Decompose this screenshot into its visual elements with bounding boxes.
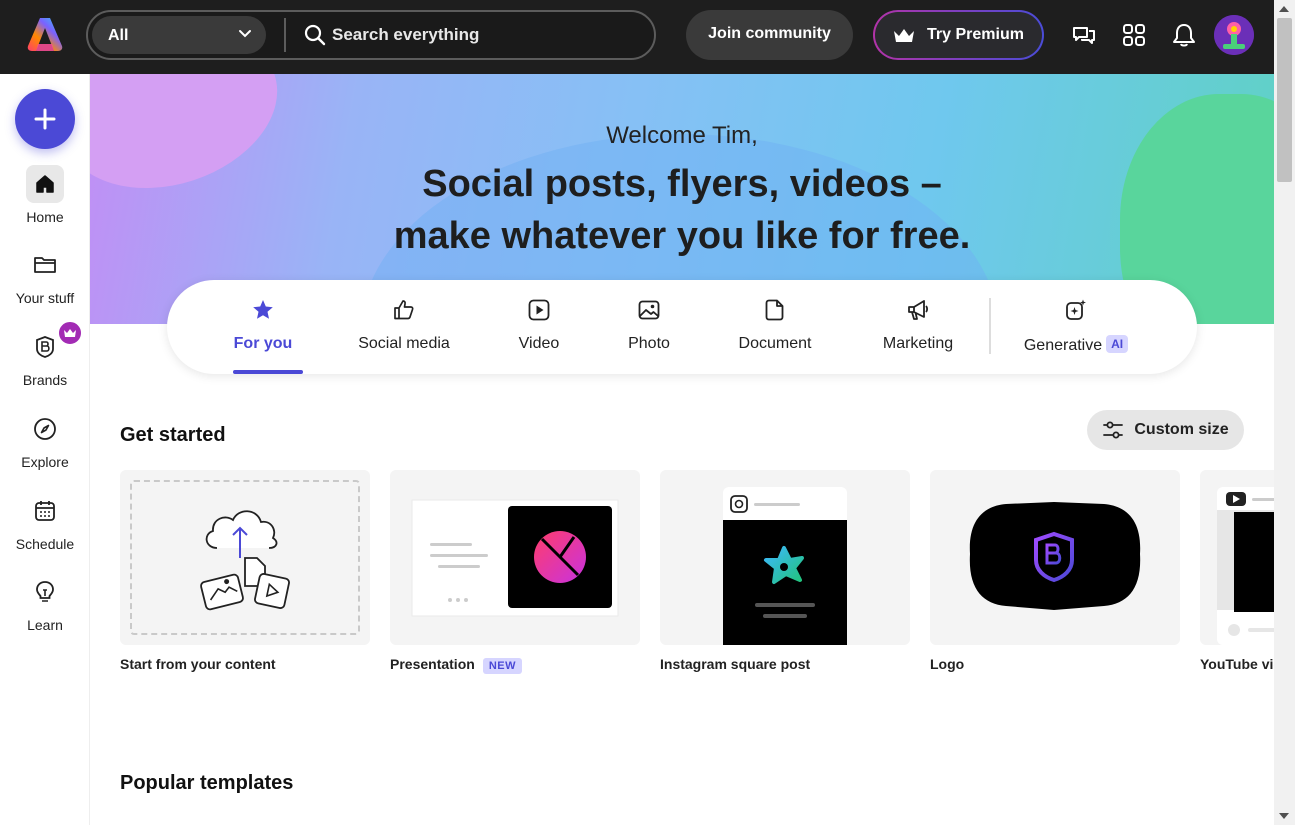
sidebar-item-label: Learn [27,617,63,633]
star-icon [253,300,273,319]
tab-label: For you [233,335,293,352]
megaphone-icon [908,300,929,320]
sidebar-item-explore[interactable]: Explore [0,410,90,480]
tab-label: Video [518,335,560,352]
search-input[interactable] [332,21,632,49]
crown-icon [64,329,76,337]
new-badge: NEW [482,658,522,674]
search-bar: All [86,10,656,60]
start-from-content-card[interactable] [120,470,370,645]
lightbulb-icon [36,581,54,602]
tab-label: Document [738,335,812,352]
sparkle-icon [1066,299,1086,320]
tab-label: Photo [628,335,670,352]
search-divider [284,18,286,52]
sidebar-item-label: Brands [22,372,68,388]
tab-label: Generative AI [1019,335,1133,355]
home-icon [36,175,54,193]
adobe-express-logo-icon[interactable] [26,16,64,52]
tab-for-you[interactable]: For you [223,298,303,358]
tab-video[interactable]: Video [509,298,569,358]
top-bar: All Join community Try Premium [0,0,1274,74]
welcome-text: Welcome Tim, [606,122,758,149]
sidebar-item-your-stuff[interactable]: Your stuff [0,246,90,316]
sidebar-item-home[interactable]: Home [0,165,90,235]
sidebar-item-learn[interactable]: Learn [0,573,90,643]
instagram-post-thumbnail [723,487,847,645]
instagram-square-post-card[interactable] [660,470,910,645]
card-label: YouTube vid [1200,656,1274,672]
tab-label: Marketing [882,335,954,352]
compass-icon [34,418,56,440]
card-label: Logo [930,656,965,672]
ai-badge: AI [1106,335,1129,353]
thumbs-up-icon [394,300,414,320]
apps-grid-icon[interactable] [1121,22,1147,48]
scroll-down-arrow-icon[interactable] [1279,813,1289,819]
join-community-button[interactable]: Join community [686,10,853,60]
image-icon [638,300,660,320]
hero-title-line: Social posts, flyers, videos – [422,163,942,205]
card-label: Presentation NEW [390,656,522,674]
document-icon [765,299,784,321]
custom-size-button[interactable]: Custom size [1087,410,1244,450]
tab-label: Social media [358,335,450,352]
folder-icon [34,257,56,273]
calendar-icon [35,501,55,521]
tab-photo[interactable]: Photo [619,298,679,358]
sidebar-item-schedule[interactable]: Schedule [0,492,90,562]
tab-divider [989,298,991,354]
tab-document[interactable]: Document [730,298,820,358]
scroll-thumb[interactable] [1277,18,1292,182]
card-label: Start from your content [120,656,276,672]
chevron-down-icon [239,30,251,38]
play-icon [528,299,550,321]
category-tabs: For you Social media Video Photo Documen… [167,280,1197,374]
get-started-heading: Get started [120,424,226,446]
crown-icon [894,29,915,42]
bell-icon[interactable] [1171,22,1197,48]
sidebar-item-label: Explore [21,454,69,470]
search-scope-dropdown[interactable]: All [92,16,266,54]
scroll-up-arrow-icon[interactable] [1279,6,1289,12]
tab-generative[interactable]: Generative AI [1019,298,1133,358]
custom-size-label: Custom size [1134,421,1229,438]
tab-label-text: Generative [1023,337,1103,354]
try-premium-label: Try Premium [927,26,1024,43]
logo-card[interactable] [930,470,1180,645]
youtube-thumbnail [1217,487,1274,645]
upload-content-icon [200,510,290,611]
active-tab-indicator [233,370,303,374]
hero-title-line: make whatever you like for free. [393,215,971,257]
page-scrollbar[interactable] [1274,0,1295,825]
logo-thumbnail [969,502,1141,610]
plus-icon [34,108,56,130]
search-scope-label: All [108,27,129,44]
search-icon [304,24,326,46]
card-label: Instagram square post [660,656,811,672]
presentation-card[interactable] [390,470,640,645]
tab-social-media[interactable]: Social media [349,298,459,358]
sidebar-item-brands[interactable]: Brands [0,320,90,398]
brand-icon [36,336,54,358]
card-label-text: Presentation [390,656,475,672]
sidebar-item-label: Home [26,209,64,225]
sidebar-item-label: Schedule [15,536,75,552]
popular-templates-heading: Popular templates [120,772,294,794]
hero-title: Social posts, flyers, videos – make what… [90,158,1274,262]
presentation-thumbnail [411,499,619,617]
left-sidebar: Home Your stuff Brands Explore Schedule … [0,74,90,825]
youtube-video-card[interactable] [1200,470,1274,645]
try-premium-button[interactable]: Try Premium [873,10,1044,60]
create-new-button[interactable] [15,89,75,149]
tab-marketing[interactable]: Marketing [873,298,963,358]
user-avatar[interactable] [1214,15,1254,55]
premium-crown-badge [57,320,83,346]
sidebar-item-label: Your stuff [15,290,75,306]
sliders-icon [1103,421,1124,439]
chat-icon[interactable] [1071,22,1097,48]
